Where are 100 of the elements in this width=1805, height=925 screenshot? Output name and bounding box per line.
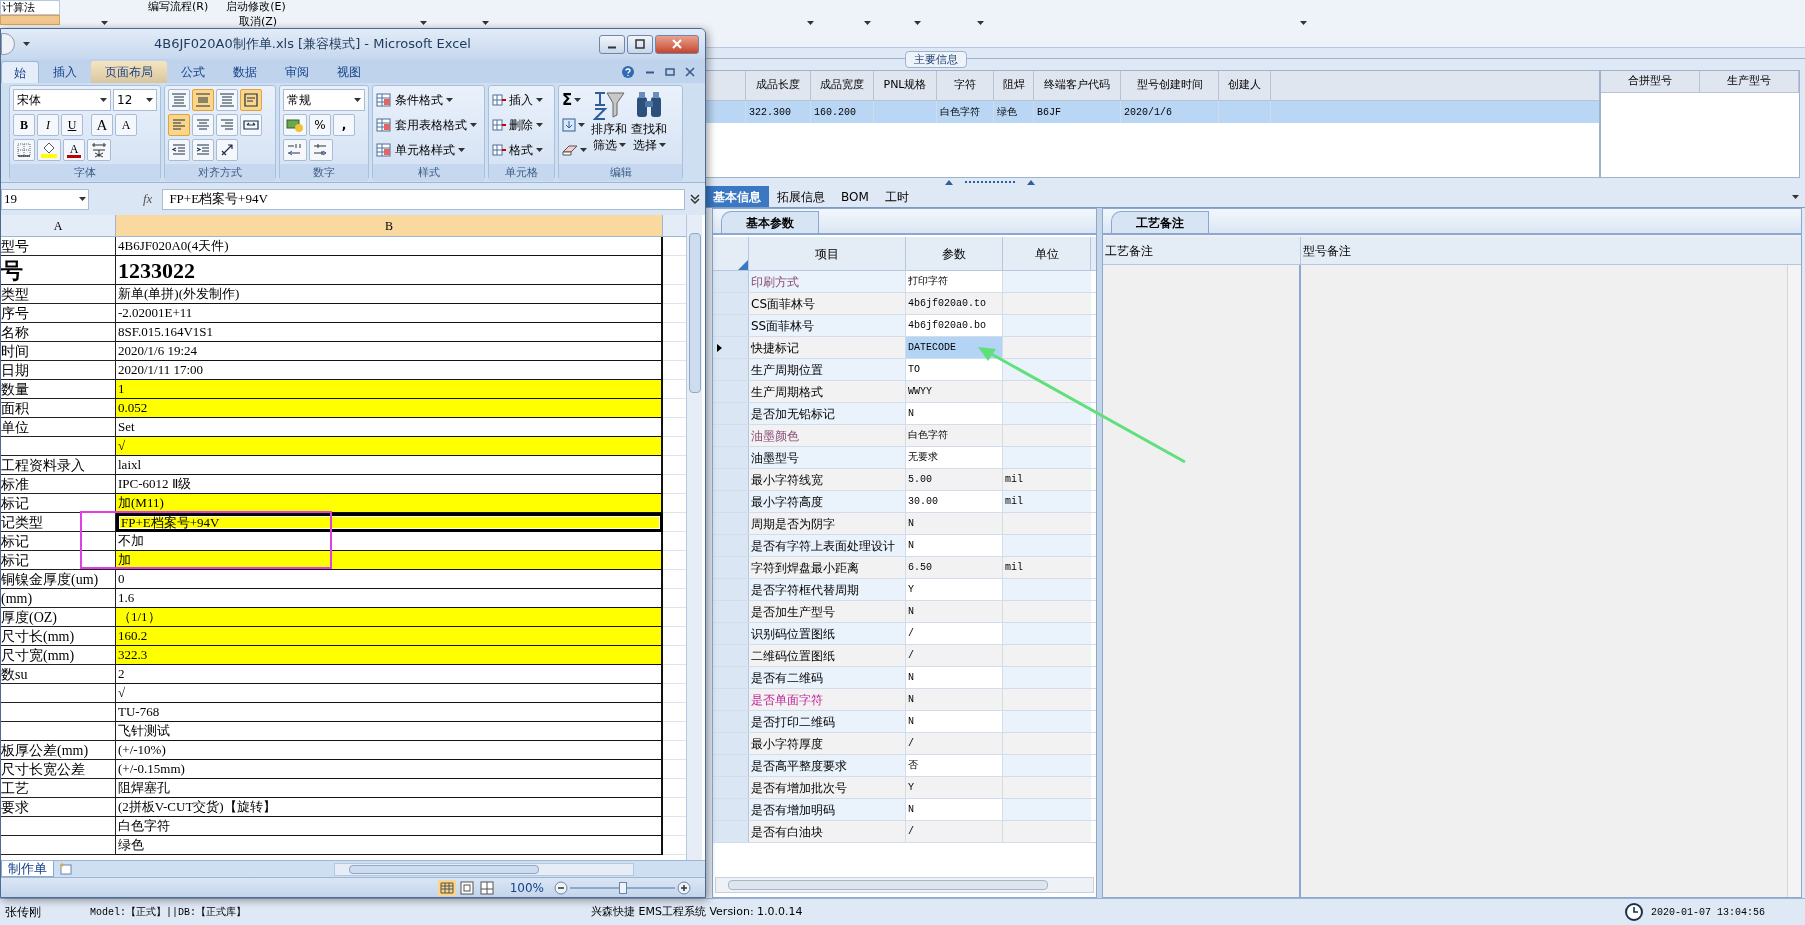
minimize-button[interactable] <box>599 34 625 54</box>
italic-button[interactable]: I <box>37 114 59 136</box>
param-value[interactable]: TO <box>906 359 1003 380</box>
param-value[interactable]: N <box>906 513 1003 534</box>
expand-icon[interactable] <box>689 193 701 205</box>
param-value[interactable]: N <box>906 799 1003 820</box>
panel-tab[interactable]: 基本参数 <box>721 211 819 233</box>
caret-icon[interactable] <box>100 98 107 102</box>
horizontal-scrollbar[interactable] <box>334 862 634 876</box>
column-header[interactable]: 创建人 <box>1228 77 1261 94</box>
splitter-handle-icon[interactable] <box>945 179 1035 185</box>
param-value[interactable]: 白色字符 <box>906 425 1003 446</box>
column-header[interactable]: 生产型号 <box>1727 73 1771 90</box>
font-size-field[interactable]: 12 <box>113 89 157 111</box>
caret-icon[interactable] <box>580 148 587 152</box>
column-header[interactable]: 成品长度 <box>756 77 800 94</box>
caret-icon[interactable] <box>574 98 582 102</box>
style-menu-button[interactable]: 条件格式 <box>376 89 481 111</box>
close-icon[interactable] <box>685 67 695 77</box>
caret-icon[interactable] <box>470 123 477 127</box>
sheet-cell[interactable]: 白色字符 <box>116 817 663 836</box>
sheet-cell[interactable]: TU-768 <box>116 703 663 722</box>
zoom-in-icon[interactable] <box>677 880 691 895</box>
caret-icon[interactable] <box>23 42 30 46</box>
sheet-cell[interactable]: √ <box>116 437 663 456</box>
vertical-scrollbar[interactable] <box>686 215 702 860</box>
tab[interactable]: 基本信息 <box>705 186 769 207</box>
increase-decimal-button[interactable] <box>283 139 307 161</box>
page-break-icon[interactable] <box>477 879 496 896</box>
ribbon-tab[interactable]: 审阅 <box>271 61 323 83</box>
caret-icon[interactable] <box>618 143 626 147</box>
sheet-cell[interactable]: (+/-10%) <box>116 741 663 760</box>
office-button[interactable] <box>1 33 15 55</box>
column-header[interactable]: 型号备注 <box>1303 241 1351 260</box>
toolbar-item[interactable]: 编写流程(R) <box>148 0 209 16</box>
caret-icon[interactable] <box>1792 195 1799 199</box>
param-value[interactable]: / <box>906 733 1003 754</box>
param-value[interactable]: N <box>906 667 1003 688</box>
decrease-decimal-button[interactable] <box>309 139 333 161</box>
new-sheet-icon[interactable] <box>58 862 74 876</box>
percent-button[interactable]: % <box>309 114 331 136</box>
param-value[interactable]: 无要求 <box>906 447 1003 468</box>
caret-icon[interactable] <box>482 20 489 25</box>
param-value[interactable]: / <box>906 821 1003 842</box>
param-value[interactable]: DATECODE <box>906 337 1003 358</box>
sheet-cell[interactable]: 加 <box>116 551 663 570</box>
column-header[interactable]: A <box>53 216 63 235</box>
autosum-button[interactable]: Σ <box>562 89 587 111</box>
caret-icon[interactable] <box>578 123 585 127</box>
vertical-scrollbar[interactable] <box>1787 265 1801 897</box>
sheet-cell[interactable]: 4B6JF020A0(4天件) <box>116 237 663 256</box>
fill-color-button[interactable] <box>37 139 61 161</box>
caret-icon[interactable] <box>977 20 984 25</box>
close-button[interactable] <box>655 34 699 54</box>
cells-menu-button[interactable]: 删除 <box>492 114 551 136</box>
sheet-cell[interactable]: 160.2 <box>116 627 663 646</box>
ribbon-tab[interactable]: 视图 <box>323 61 375 83</box>
sheet-cell[interactable]: 0 <box>116 570 663 589</box>
column-header[interactable]: B <box>385 216 393 235</box>
font-field[interactable]: 宋体 <box>13 89 111 111</box>
cells-menu-button[interactable]: 格式 <box>492 139 551 161</box>
bold-button[interactable]: B <box>13 114 35 136</box>
param-value[interactable]: 打印字符 <box>906 271 1003 292</box>
restore-icon[interactable] <box>665 67 675 77</box>
underline-button[interactable]: U <box>61 114 83 136</box>
param-value[interactable]: / <box>906 623 1003 644</box>
toolbar-item[interactable]: 启动修改(E) <box>226 0 286 16</box>
column-header[interactable]: 项目 <box>815 244 839 263</box>
nav-item[interactable]: 计算法 <box>0 0 60 15</box>
zoom-slider-thumb[interactable] <box>618 881 627 894</box>
param-value[interactable]: 4b6jf020a0.to <box>906 293 1003 314</box>
param-value[interactable]: Y <box>906 579 1003 600</box>
minimize-icon[interactable] <box>645 70 655 74</box>
sheet-cell[interactable]: 2020/1/6 19:24 <box>116 342 663 361</box>
param-value[interactable]: WWYY <box>906 381 1003 402</box>
cells-menu-button[interactable]: 插入 <box>492 89 551 111</box>
sheet-cell[interactable]: 2 <box>116 665 663 684</box>
comma-button[interactable]: , <box>333 114 355 136</box>
column-header[interactable]: 工艺备注 <box>1105 241 1153 260</box>
sheet-cell[interactable]: （1/1） <box>116 608 663 627</box>
currency-button[interactable] <box>283 114 307 136</box>
sheet-cell[interactable]: 0.052 <box>116 399 663 418</box>
nav-item-highlight[interactable] <box>0 15 60 25</box>
param-value[interactable]: N <box>906 711 1003 732</box>
row-header[interactable] <box>713 337 749 358</box>
caret-icon[interactable] <box>458 148 465 152</box>
sheet-cell[interactable]: 1233022 <box>116 256 663 285</box>
param-value[interactable]: N <box>906 601 1003 622</box>
maximize-button[interactable] <box>627 34 653 54</box>
formula-field[interactable]: FP+E档案号+94V <box>162 188 685 210</box>
sheet-cell[interactable]: 飞针测试 <box>116 722 663 741</box>
column-header[interactable]: 终端客户代码 <box>1044 77 1110 94</box>
find-select-button[interactable]: 查找和 选择 <box>631 89 667 161</box>
zoom-out-icon[interactable] <box>554 880 568 895</box>
column-header[interactable]: PNL规格 <box>883 77 927 94</box>
column-header[interactable]: 成品宽度 <box>820 77 864 94</box>
phonetic-button[interactable] <box>87 139 111 161</box>
sheet-cell[interactable]: 322.3 <box>116 646 663 665</box>
sheet-cell[interactable]: 新单(单拼)(外发制作) <box>116 285 663 304</box>
style-menu-button[interactable]: 单元格样式 <box>376 139 481 161</box>
